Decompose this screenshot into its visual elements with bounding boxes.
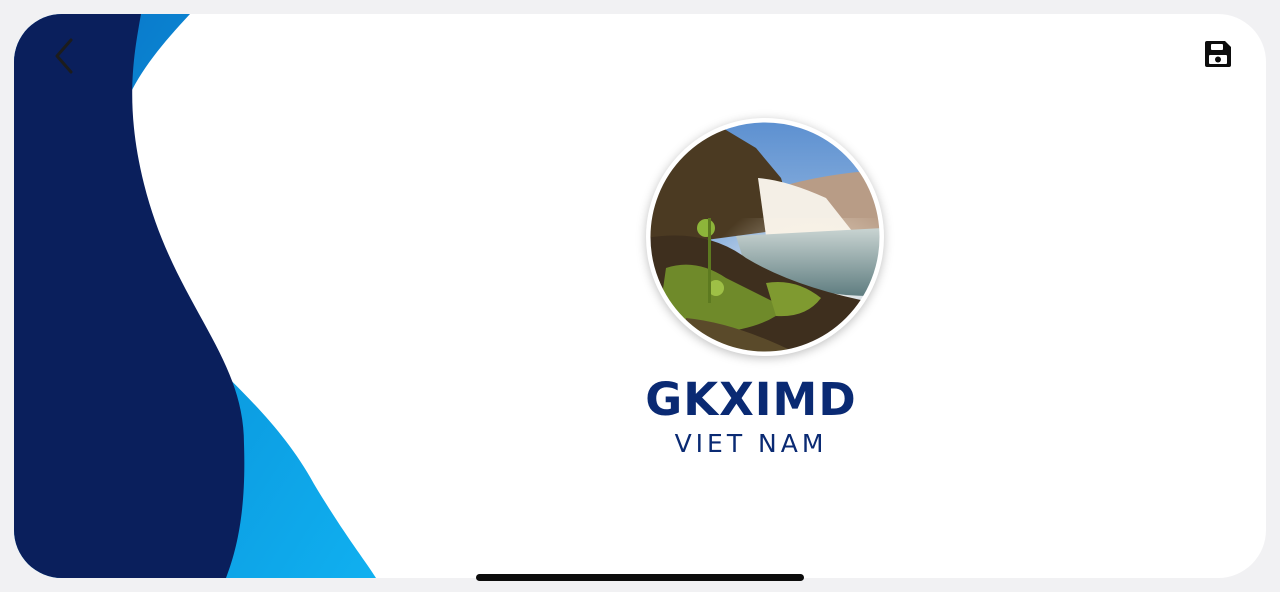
wave-navy bbox=[14, 14, 245, 578]
chevron-left-icon bbox=[53, 38, 75, 79]
brand-subtitle: VIET NAM bbox=[674, 429, 828, 458]
waterfall-image bbox=[647, 119, 883, 355]
floppy-disk-icon bbox=[1203, 39, 1233, 74]
wave-background bbox=[14, 14, 376, 578]
home-indicator[interactable] bbox=[476, 574, 804, 581]
brand-name: GKXIMD bbox=[645, 373, 857, 426]
save-button[interactable] bbox=[1198, 36, 1238, 76]
avatar[interactable] bbox=[646, 118, 884, 356]
card-screen: GKXIMD VIET NAM bbox=[14, 14, 1266, 578]
back-button[interactable] bbox=[44, 36, 84, 80]
